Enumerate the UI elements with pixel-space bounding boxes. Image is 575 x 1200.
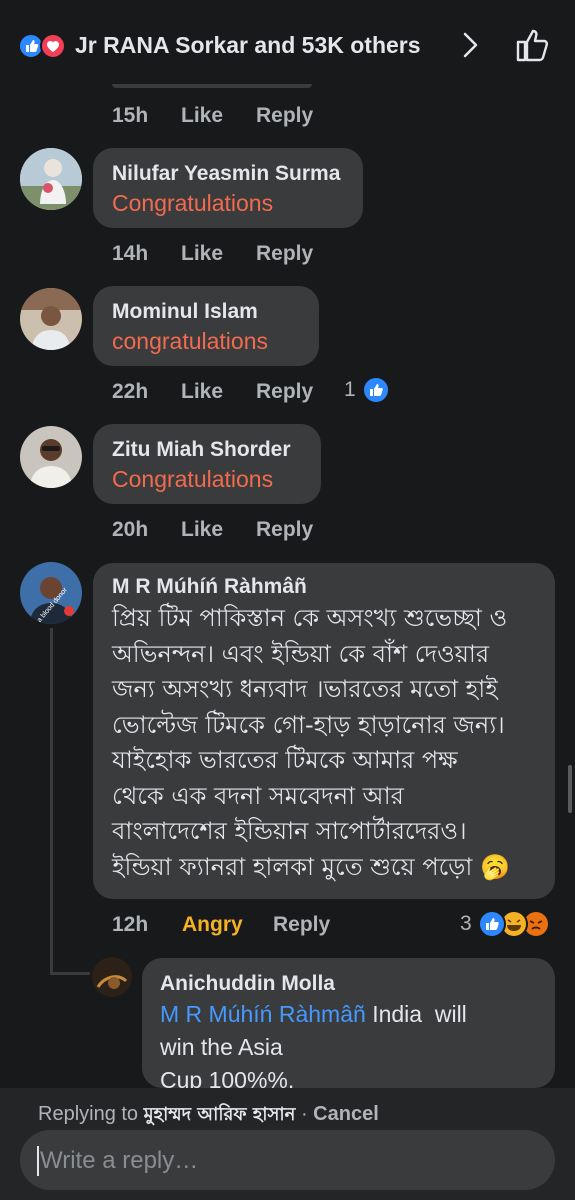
scrollbar[interactable] (568, 765, 572, 813)
avatar[interactable] (20, 148, 82, 210)
separator: · (295, 1103, 314, 1125)
comment-text: Congratulations (112, 190, 274, 216)
reply-button[interactable]: Reply (256, 380, 313, 404)
reactions-header[interactable]: Jr RANA Sorkar and 53K others (0, 0, 575, 90)
comment-line: অভিনন্দন। এবং ইন্ডিয়া কে বাঁশ দেওয়ার (112, 639, 490, 668)
comment-line: ভোল্টেজ টিমকে গো-হাড় হাড়ানোর জন্য। (112, 710, 505, 739)
thumbs-up-icon[interactable] (514, 26, 552, 64)
comment-line: ইন্ডিয়া ফ্যানরা হালকা মুতে শুয়ে পড়ো 🥱 (112, 852, 510, 881)
comment-meta: 12h Angry Reply (112, 913, 432, 939)
commenter-name[interactable]: Zitu Miah Shorder (112, 438, 291, 462)
previous-comment-edge (112, 84, 312, 88)
avatar[interactable] (20, 288, 82, 350)
reactors-summary[interactable]: Jr RANA Sorkar and 53K others (75, 32, 421, 59)
comment-time: 12h (112, 913, 149, 936)
like-button[interactable]: Like (181, 242, 223, 266)
reaction-icons (18, 33, 70, 59)
comment-time: 15h (112, 104, 149, 127)
reaction-count[interactable]: 1 (344, 378, 356, 402)
like-button[interactable]: Like (181, 104, 223, 128)
angry-reaction-button[interactable]: Angry (182, 913, 243, 937)
replying-prefix: Replying to (38, 1103, 144, 1125)
reply-button[interactable]: Reply (256, 242, 313, 266)
commenter-name[interactable]: M R Múhíń Ràhmâñ (112, 575, 307, 599)
replying-to-label: Replying to মুহাম্মদ আরিফ হাসান · Cancel (38, 1100, 379, 1131)
comment-meta: 15h Like Reply (112, 104, 432, 130)
comment-line: থেকে এক বদনা সমবেদনা আর (112, 781, 404, 810)
chevron-right-icon[interactable] (458, 30, 484, 60)
reply-line: M R Múhíń Ràhmâñ India will (160, 998, 540, 1031)
mention-link[interactable]: M R Múhíń Ràhmâñ (160, 1001, 366, 1027)
comment-bubble[interactable]: Mominul Islam congratulations (93, 286, 319, 366)
comment-line: যাইহোক ভারতের টিমকে আমার পক্ষ (112, 746, 458, 774)
reply-input-container[interactable] (20, 1130, 555, 1192)
comment-line: প্রিয় টিম পাকিস্তান কে অসংখ্য শুভেচ্ছা … (112, 604, 508, 632)
love-reaction-icon (40, 33, 66, 59)
reply-target-name: মুহাম্মদ আরিফ হাসান (143, 1104, 296, 1125)
comment-time: 20h (112, 518, 149, 541)
comment-bubble[interactable]: M R Múhíń Ràhmâñ প্রিয় টিম পাকিস্তান কে… (93, 563, 555, 899)
commenter-name[interactable]: Mominul Islam (112, 300, 258, 324)
commenter-name[interactable]: Nilufar Yeasmin Surma (112, 162, 340, 186)
reply-button[interactable]: Reply (256, 104, 313, 128)
comment-line: বাংলাদেশের ইন্ডিয়ান সাপোর্টারদেরও। (112, 817, 467, 845)
comment-time: 22h (112, 380, 149, 403)
reply-thread-connector (50, 972, 90, 975)
reply-line-text: India will (365, 1001, 467, 1027)
like-button[interactable]: Like (181, 380, 223, 404)
comment-meta: 14h Like Reply (112, 242, 432, 268)
comment-text: congratulations (112, 328, 268, 354)
reply-button[interactable]: Reply (256, 518, 313, 542)
avatar[interactable]: I'm a blood donor (20, 562, 82, 624)
comment-bubble[interactable]: Zitu Miah Shorder Congratulations (93, 424, 321, 504)
reply-line: win the Asia (160, 1034, 283, 1060)
like-reaction-icon[interactable] (478, 910, 506, 938)
reply-text: M R Múhíń Ràhmâñ India will win the Asia… (160, 998, 540, 1097)
comment-text: প্রিয় টিম পাকিস্তান কে অসংখ্য শুভেচ্ছা … (112, 601, 552, 885)
comment-line: জন্য অসংখ্য ধন্যবাদ ।ভারতের মতো হাই (112, 675, 498, 703)
comment-bubble[interactable]: Nilufar Yeasmin Surma Congratulations (93, 148, 363, 228)
reply-button[interactable]: Reply (273, 913, 330, 937)
comment-text: Congratulations (112, 466, 274, 492)
commenter-name[interactable]: Anichuddin Molla (160, 972, 335, 996)
comment-meta: 20h Like Reply (112, 518, 432, 544)
like-reaction-icon[interactable] (362, 376, 390, 404)
reply-bubble[interactable]: Anichuddin Molla M R Múhíń Ràhmâñ India … (142, 958, 555, 1093)
like-button[interactable]: Like (181, 518, 223, 542)
reply-thread-line (50, 628, 53, 974)
reaction-count[interactable]: 3 (460, 912, 472, 936)
comment-time: 14h (112, 242, 149, 265)
reply-composer: Replying to মুহাম্মদ আরিফ হাসান · Cancel (0, 1088, 575, 1200)
cancel-button[interactable]: Cancel (313, 1103, 379, 1125)
avatar[interactable] (92, 957, 132, 997)
avatar[interactable] (20, 426, 82, 488)
reply-input[interactable] (38, 1130, 537, 1192)
